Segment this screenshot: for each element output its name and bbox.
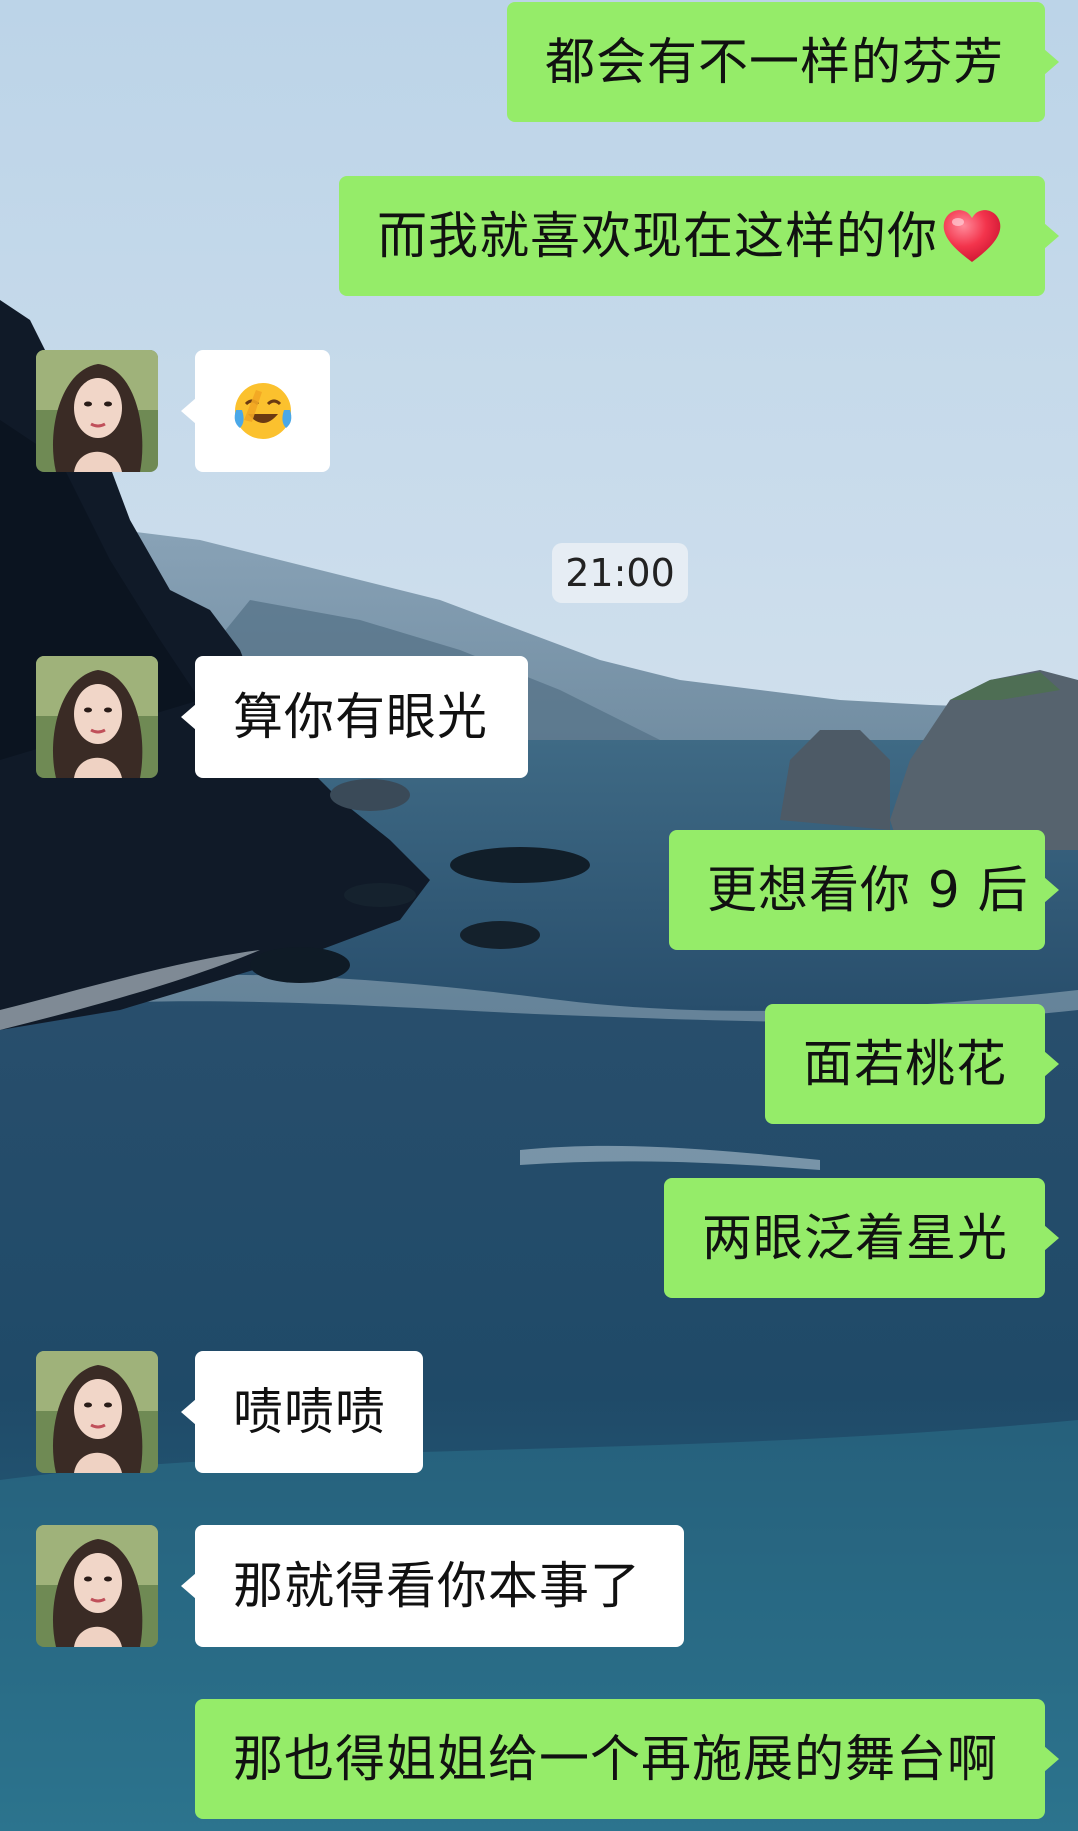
message-text: 更想看你 9 后	[707, 861, 1029, 919]
message-text: 两眼泛着星光	[702, 1209, 1008, 1267]
message-text: 都会有不一样的芬芳	[545, 33, 1004, 91]
contact-avatar[interactable]	[36, 1525, 158, 1647]
crying-laughing-emoji	[234, 383, 291, 439]
message-text: 面若桃花	[803, 1035, 1007, 1093]
contact-avatar[interactable]	[36, 656, 158, 778]
message-bubble-incoming[interactable]: 😭	[195, 350, 330, 472]
message-text: 啧啧啧	[233, 1383, 386, 1441]
contact-avatar[interactable]	[36, 1351, 158, 1473]
message-bubble-outgoing[interactable]: 更想看你 9 后	[669, 830, 1045, 950]
message-text: 算你有眼光	[233, 688, 488, 746]
contact-avatar[interactable]	[36, 350, 158, 472]
chat-thread: 都会有不一样的芬芳 而我就喜欢现在这样的你 21:00 算你有眼光 更想看你 9…	[0, 0, 1078, 1831]
timestamp: 21:00	[552, 543, 688, 603]
message-text: 那就得看你本事了	[233, 1557, 641, 1615]
message-bubble-outgoing[interactable]: 而我就喜欢现在这样的你	[339, 176, 1045, 296]
message-text: 那也得姐姐给一个再施展的舞台啊	[233, 1730, 998, 1788]
message-bubble-outgoing[interactable]: 面若桃花	[765, 1004, 1045, 1124]
message-bubble-outgoing[interactable]: 两眼泛着星光	[664, 1178, 1045, 1298]
message-bubble-incoming[interactable]: 算你有眼光	[195, 656, 528, 778]
message-bubble-outgoing[interactable]: 那也得姐姐给一个再施展的舞台啊	[195, 1699, 1045, 1819]
message-bubble-incoming[interactable]: 啧啧啧	[195, 1351, 423, 1473]
message-bubble-incoming[interactable]: 那就得看你本事了	[195, 1525, 684, 1647]
message-text: 而我就喜欢现在这样的你	[377, 207, 938, 265]
message-bubble-outgoing[interactable]: 都会有不一样的芬芳	[507, 2, 1045, 122]
red-heart-icon	[943, 210, 1001, 262]
